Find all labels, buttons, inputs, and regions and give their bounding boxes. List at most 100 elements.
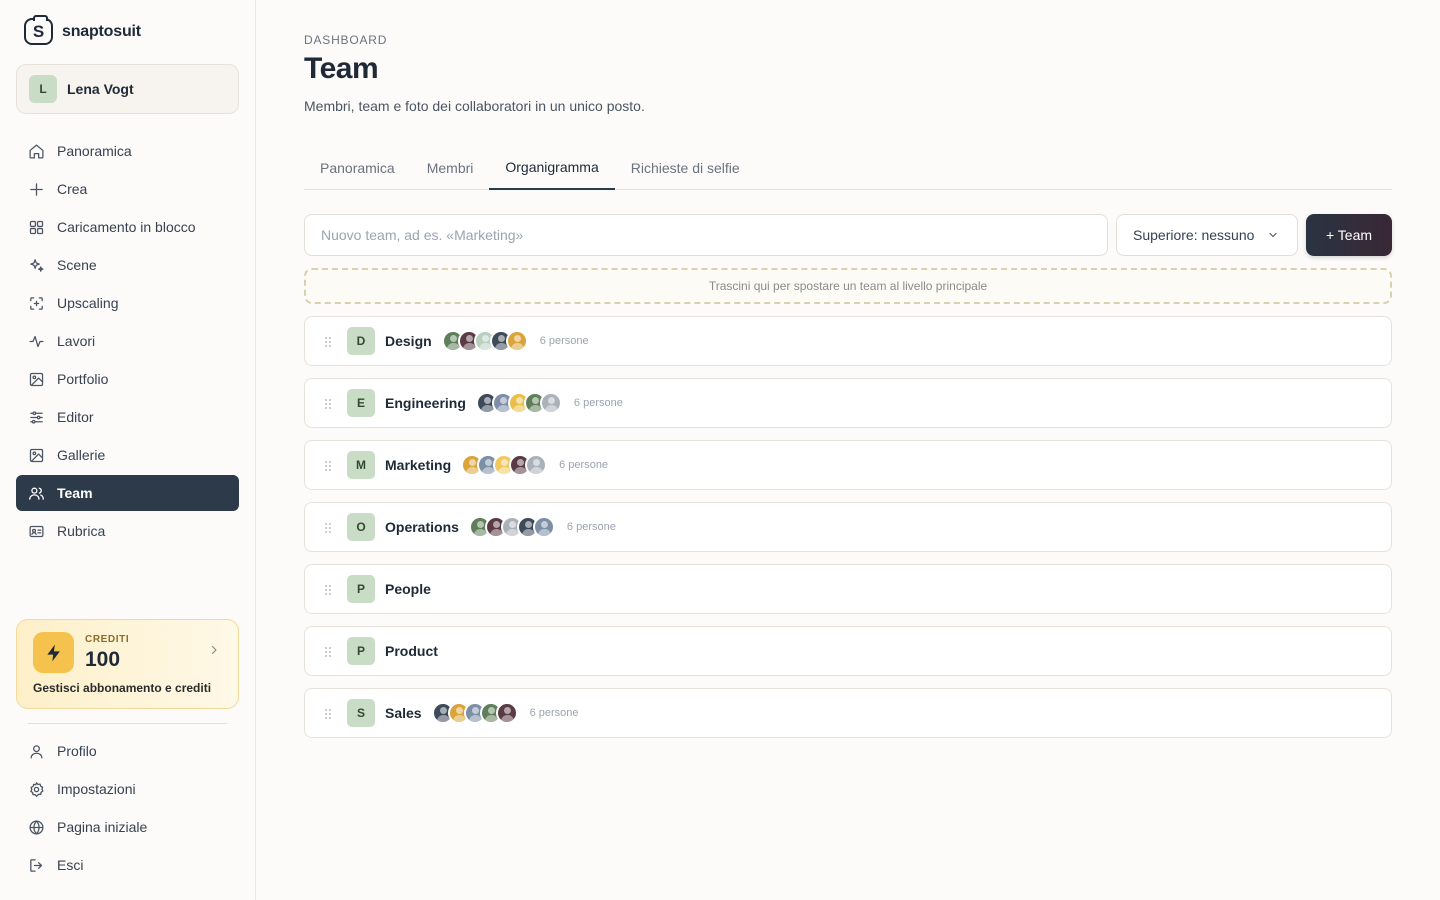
sidebar-item-team[interactable]: Team	[16, 475, 239, 511]
member-avatar-stack	[475, 392, 562, 414]
team-row[interactable]: S Sales 6 persone	[304, 688, 1392, 738]
grid-icon	[29, 220, 44, 234]
team-name[interactable]: People	[385, 581, 431, 597]
drag-handle-icon[interactable]	[324, 707, 332, 719]
credits-value: 100	[85, 648, 121, 671]
parent-select-value: Superiore: nessuno	[1133, 227, 1255, 243]
sidebar-item-portfolio[interactable]: Portfolio	[16, 361, 239, 397]
member-avatar-stack	[461, 454, 548, 476]
team-row[interactable]: E Engineering 6 persone	[304, 378, 1392, 428]
sidebar-item-upscaling[interactable]: Upscaling	[16, 285, 239, 321]
chevron-down-icon	[1269, 232, 1277, 238]
team-name[interactable]: Operations	[385, 519, 459, 535]
team-list: D Design 6 persone E Engineering 6 persone M Ma…	[304, 316, 1392, 750]
user-name: Lena Vogt	[67, 81, 134, 97]
tab-panoramica[interactable]: Panoramica	[304, 146, 411, 190]
brand-name: snaptosuit	[62, 22, 141, 40]
sidebar-item-label: Portfolio	[57, 371, 109, 387]
member-avatar	[495, 702, 518, 724]
team-row[interactable]: P People	[304, 564, 1392, 614]
new-team-input[interactable]	[304, 214, 1108, 256]
sidebar-item-label: Lavori	[57, 333, 96, 349]
sidebar-item-profilo[interactable]: Profilo	[16, 733, 239, 769]
sidebar-item-label: Scene	[57, 257, 97, 273]
activity-icon	[29, 335, 44, 347]
sidebar-item-panoramica[interactable]: Panoramica	[16, 133, 239, 169]
drag-handle-icon[interactable]	[324, 397, 332, 409]
sidebar-item-label: Editor	[57, 409, 94, 425]
sidebar-item-label: Crea	[57, 181, 88, 197]
sidebar-item-gallerie[interactable]: Gallerie	[16, 437, 239, 473]
team-badge: D	[347, 327, 375, 355]
team-name[interactable]: Sales	[385, 705, 422, 721]
sidebar-divider	[28, 723, 227, 724]
manage-subscription-link[interactable]: Gestisci abbonamento e crediti	[33, 681, 211, 695]
team-badge: S	[347, 699, 375, 727]
team-row[interactable]: D Design 6 persone	[304, 316, 1392, 366]
plus-icon	[30, 182, 43, 196]
parent-team-select[interactable]: Superiore: nessuno	[1116, 214, 1298, 256]
member-avatar-stack	[468, 516, 555, 538]
tab-membri[interactable]: Membri	[411, 146, 490, 190]
globe-icon	[29, 819, 44, 835]
drag-handle-icon[interactable]	[324, 335, 332, 347]
sidebar-bottom-nav: Profilo Impostazioni Pagina iniziale Esc…	[16, 733, 239, 885]
sparkles-icon	[30, 258, 44, 272]
user-avatar: L	[29, 75, 57, 103]
add-team-button[interactable]: + Team	[1306, 214, 1392, 256]
sidebar-item-impostazioni[interactable]: Impostazioni	[16, 771, 239, 807]
user-icon	[30, 744, 43, 759]
sidebar-item-crea[interactable]: Crea	[16, 171, 239, 207]
tab-organigramma[interactable]: Organigramma	[489, 146, 615, 190]
drag-handle-icon[interactable]	[324, 645, 332, 657]
drag-handle-icon[interactable]	[324, 583, 332, 595]
team-badge: O	[347, 513, 375, 541]
sidebar-item-scene[interactable]: Scene	[16, 247, 239, 283]
breadcrumb: DASHBOARD	[304, 33, 388, 47]
users-icon	[29, 487, 44, 500]
credits-card[interactable]: CREDITI 100 Gestisci abbonamento e credi…	[16, 619, 239, 709]
sidebar-item-label: Team	[57, 485, 93, 501]
sidebar-item-lavori[interactable]: Lavori	[16, 323, 239, 359]
chevron-right-icon	[211, 645, 217, 655]
page-subtitle: Membri, team e foto dei collaboratori in…	[304, 98, 645, 114]
sidebar-item-label: Gallerie	[57, 447, 106, 463]
drag-handle-icon[interactable]	[324, 521, 332, 533]
team-row[interactable]: O Operations 6 persone	[304, 502, 1392, 552]
tab-richieste-selfie[interactable]: Richieste di selfie	[615, 146, 756, 190]
team-badge: P	[347, 575, 375, 603]
brand-logo-icon: S	[24, 15, 53, 45]
team-name[interactable]: Product	[385, 643, 438, 659]
drag-handle-icon[interactable]	[324, 459, 332, 471]
team-badge: E	[347, 389, 375, 417]
root-dropzone[interactable]: Trascini qui per spostare un team al liv…	[304, 268, 1392, 304]
sidebar-item-editor[interactable]: Editor	[16, 399, 239, 435]
team-info: Design 6 persone	[385, 317, 589, 365]
sidebar-item-label: Pagina iniziale	[57, 819, 148, 835]
sidebar-item-esci[interactable]: Esci	[16, 847, 239, 883]
sidebar-item-caricamento[interactable]: Caricamento in blocco	[16, 209, 239, 245]
lightning-icon	[33, 632, 74, 673]
credits-label: CREDITI	[85, 634, 130, 645]
team-name[interactable]: Marketing	[385, 457, 451, 473]
sidebar-nav: Panoramica Crea Caricamento in blocco Sc…	[16, 133, 239, 551]
brand[interactable]: S snaptosuit	[24, 15, 141, 45]
member-avatar-stack	[431, 702, 518, 724]
sidebar-item-rubrica[interactable]: Rubrica	[16, 513, 239, 549]
sidebar-item-label: Rubrica	[57, 523, 106, 539]
team-info: Operations 6 persone	[385, 503, 616, 551]
team-name[interactable]: Engineering	[385, 395, 466, 411]
team-info: Product	[385, 627, 438, 675]
team-name[interactable]: Design	[385, 333, 432, 349]
scan-icon	[30, 296, 43, 310]
member-avatar-stack	[441, 330, 528, 352]
sliders-icon	[30, 410, 43, 424]
team-info: Sales 6 persone	[385, 689, 579, 737]
sidebar-item-label: Caricamento in blocco	[57, 219, 196, 235]
sidebar-item-pagina-iniziale[interactable]: Pagina iniziale	[16, 809, 239, 845]
user-switcher[interactable]: L Lena Vogt	[16, 64, 239, 114]
contact-card-icon	[29, 525, 44, 537]
team-row[interactable]: M Marketing 6 persone	[304, 440, 1392, 490]
team-row[interactable]: P Product	[304, 626, 1392, 676]
sidebar: S snaptosuit L Lena Vogt Panoramica Crea…	[0, 0, 256, 900]
